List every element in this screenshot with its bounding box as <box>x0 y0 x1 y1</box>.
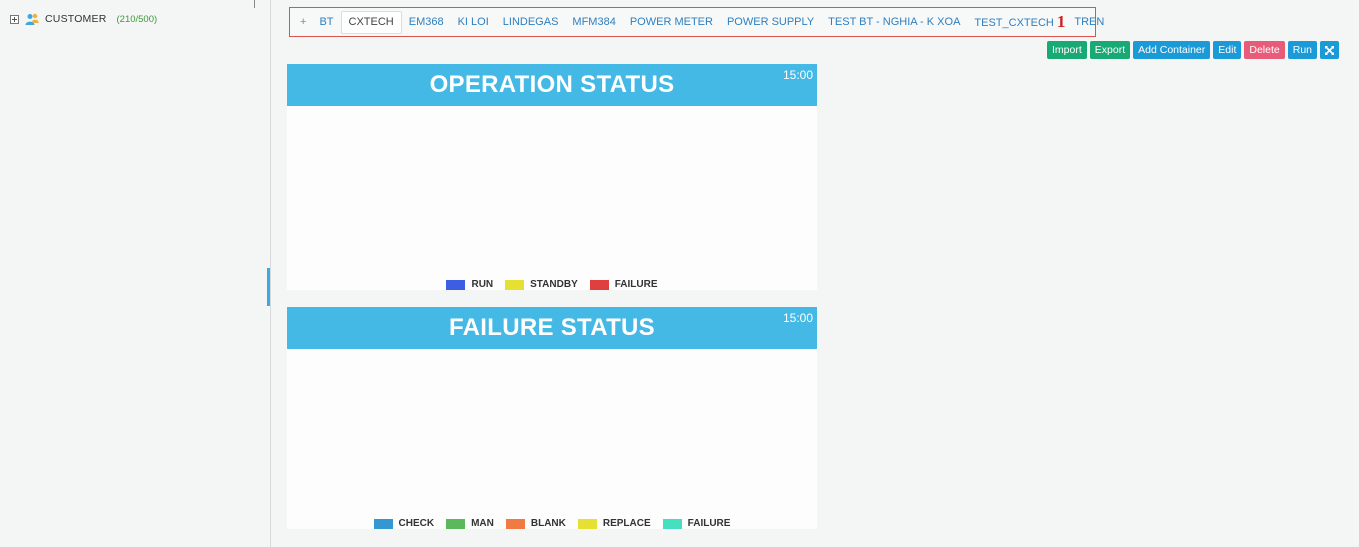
legend-swatch <box>446 518 466 529</box>
legend-swatch <box>505 518 525 529</box>
legend-item-check[interactable]: CHECK <box>373 518 435 529</box>
operation-status-panel: OPERATION STATUS 15:00 RUN STANDBY FAILU… <box>287 64 817 290</box>
tree-node-customer[interactable]: CUSTOMER (210/500) <box>10 13 157 25</box>
export-button[interactable]: Export <box>1089 41 1131 59</box>
legend-swatch <box>505 279 525 290</box>
tab-test-bt-nghia[interactable]: TEST BT - NGHIA - K XOA <box>821 11 967 33</box>
run-button[interactable]: Run <box>1287 41 1317 59</box>
failure-status-header: FAILURE STATUS 15:00 <box>287 307 817 349</box>
legend-swatch <box>577 518 597 529</box>
sidebar: CUSTOMER (210/500) <box>0 0 271 547</box>
failure-legend: CHECK MAN BLANK REPLACE FAILURE <box>287 518 817 529</box>
tab-bt[interactable]: BT <box>312 11 340 33</box>
tab-em368[interactable]: EM368 <box>402 11 451 33</box>
operation-status-title: OPERATION STATUS <box>429 71 675 98</box>
tab-add[interactable]: + <box>294 11 312 33</box>
splitter-tick <box>254 0 255 8</box>
legend-swatch <box>589 279 609 290</box>
legend-label: MAN <box>471 518 494 529</box>
dashboard-tabs: + BT CXTECH EM368 KI LOI LINDEGAS MFM384… <box>289 7 1104 37</box>
legend-item-run[interactable]: RUN <box>446 279 493 290</box>
operation-status-header: OPERATION STATUS 15:00 <box>287 64 817 106</box>
dashboard-toolbar: Import Export Add Container Edit Delete … <box>1047 41 1339 59</box>
legend-label: RUN <box>471 279 494 290</box>
legend-swatch <box>662 518 682 529</box>
legend-item-blank[interactable]: BLANK <box>505 518 566 529</box>
legend-label: CHECK <box>398 518 435 529</box>
tab-lindegas[interactable]: LINDEGAS <box>496 11 566 33</box>
legend-swatch <box>446 279 466 290</box>
annotation-marker: 1 <box>1056 12 1066 31</box>
legend-label: FAILURE <box>614 279 658 290</box>
legend-label: REPLACE <box>602 518 651 529</box>
expand-arrows-icon <box>1325 45 1334 55</box>
failure-status-panel: FAILURE STATUS 15:00 CHECK MAN BLANK REP… <box>287 307 817 529</box>
import-button[interactable]: Import <box>1047 41 1087 59</box>
operation-legend: RUN STANDBY FAILURE <box>287 279 817 290</box>
tab-cxtech[interactable]: CXTECH <box>340 10 402 34</box>
legend-label: FAILURE <box>687 518 731 529</box>
tree-node-label: CUSTOMER <box>45 13 107 25</box>
tab-mfm384[interactable]: MFM384 <box>565 11 622 33</box>
fullscreen-button[interactable] <box>1320 41 1339 59</box>
legend-item-failure[interactable]: FAILURE <box>662 518 731 529</box>
sidebar-resize-handle[interactable] <box>267 268 270 306</box>
failure-status-time: 15:00 <box>782 311 813 325</box>
tree-node-count: (210/500) <box>116 13 158 25</box>
expand-plus-icon[interactable] <box>10 14 19 24</box>
legend-item-standby[interactable]: STANDBY <box>505 279 578 290</box>
operation-status-time: 15:00 <box>782 68 813 82</box>
failure-status-title: FAILURE STATUS <box>449 314 655 341</box>
legend-label: STANDBY <box>530 279 578 290</box>
tab-power-meter[interactable]: POWER METER <box>623 11 720 33</box>
add-container-button[interactable]: Add Container <box>1133 41 1211 59</box>
tab-test-cxtech-label: TEST_CXTECH <box>974 17 1054 29</box>
legend-item-replace[interactable]: REPLACE <box>577 518 651 529</box>
legend-swatch <box>373 518 393 529</box>
tab-ki-loi[interactable]: KI LOI <box>451 11 496 33</box>
tab-tren[interactable]: TREN <box>1074 11 1111 33</box>
delete-button[interactable]: Delete <box>1244 41 1285 59</box>
legend-item-failure[interactable]: FAILURE <box>589 279 658 290</box>
tab-power-supply[interactable]: POWER SUPPLY <box>720 11 821 33</box>
customer-user-icon <box>25 13 39 25</box>
legend-label: BLANK <box>530 518 566 529</box>
edit-button[interactable]: Edit <box>1213 41 1242 59</box>
legend-item-man[interactable]: MAN <box>446 518 494 529</box>
tab-test-cxtech[interactable]: TEST_CXTECH 1 <box>967 11 1074 33</box>
